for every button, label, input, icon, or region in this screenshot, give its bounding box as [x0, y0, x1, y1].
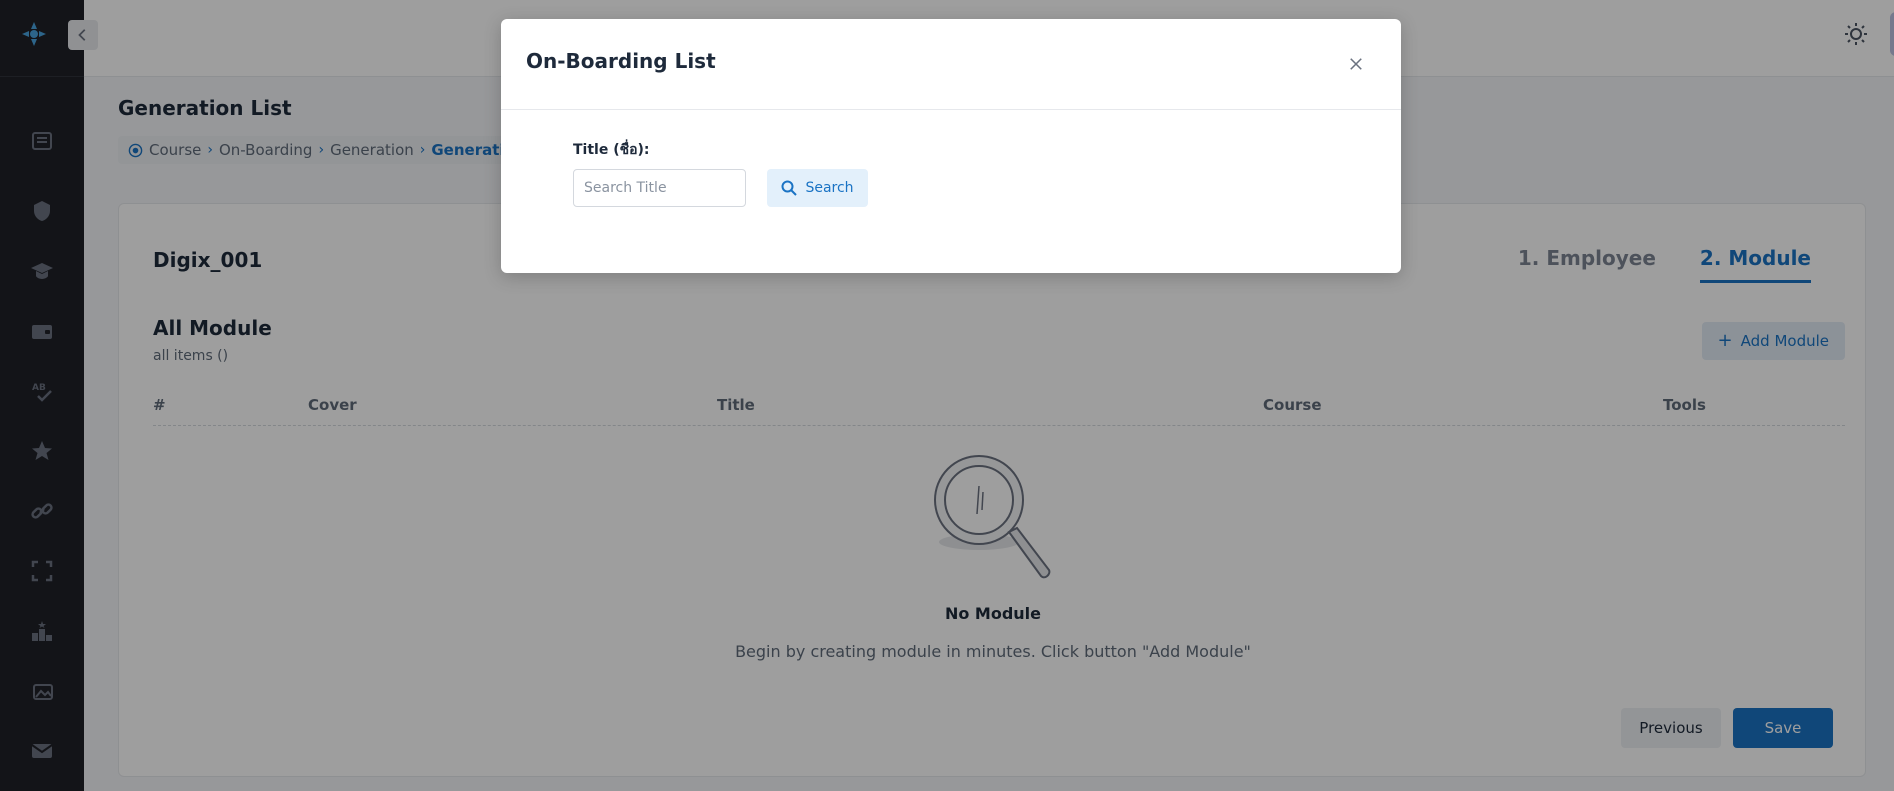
modal-header: On-Boarding List: [501, 19, 1401, 110]
search-title-input[interactable]: [573, 169, 746, 207]
on-boarding-list-modal: On-Boarding List Title (ชื่อ): Search: [501, 19, 1401, 273]
close-icon: [1350, 58, 1362, 70]
search-button-label: Search: [805, 180, 854, 196]
title-field-label: Title (ชื่อ):: [573, 142, 650, 158]
search-button[interactable]: Search: [767, 169, 868, 207]
close-button[interactable]: [1345, 53, 1367, 75]
search-icon: [781, 180, 798, 196]
modal-title: On-Boarding List: [526, 49, 716, 73]
